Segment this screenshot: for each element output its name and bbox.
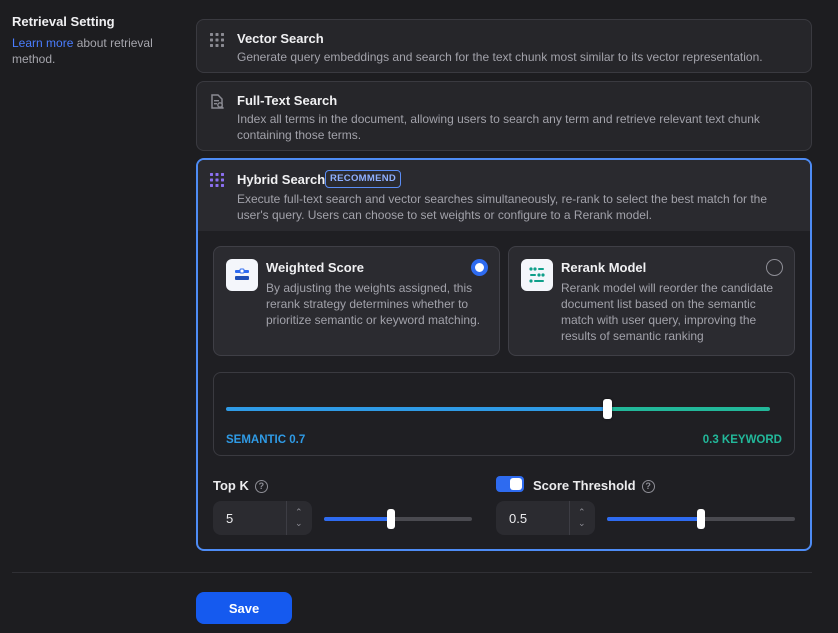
top-k-stepper[interactable]: ⌃ ⌄ bbox=[286, 501, 312, 535]
score-threshold-slider-fill bbox=[607, 517, 701, 521]
help-circle-icon[interactable]: ? bbox=[641, 480, 655, 493]
keyword-weight-label: 0.3 KEYWORD bbox=[702, 434, 782, 446]
score-threshold-stepper[interactable]: ⌃ ⌄ bbox=[569, 501, 595, 535]
rerank-model-title: Rerank Model bbox=[561, 260, 647, 275]
top-k-input-box: ⌃ ⌄ bbox=[213, 501, 312, 535]
weighted-score-option[interactable]: Weighted Score By adjusting the weights … bbox=[213, 246, 500, 356]
divider bbox=[12, 572, 812, 573]
top-k-input[interactable] bbox=[213, 501, 285, 535]
hybrid-search-description: Execute full-text search and vector sear… bbox=[237, 192, 768, 222]
rerank-model-option[interactable]: Rerank Model Rerank model will reorder t… bbox=[508, 246, 795, 356]
score-threshold-label: Score Threshold? bbox=[533, 478, 655, 493]
chevron-down-icon[interactable]: ⌄ bbox=[295, 518, 303, 529]
vector-search-title: Vector Search bbox=[237, 31, 324, 46]
fulltext-search-title: Full-Text Search bbox=[237, 93, 338, 108]
hybrid-search-option[interactable]: Hybrid Search RECOMMEND Execute full-tex… bbox=[196, 158, 812, 551]
section-title: Retrieval Setting bbox=[12, 14, 115, 29]
vector-search-option[interactable]: Vector Search Generate query embeddings … bbox=[196, 19, 812, 73]
keyword-weight-bar bbox=[606, 407, 770, 411]
rerank-model-icon bbox=[521, 259, 553, 291]
weight-slider-handle[interactable] bbox=[602, 399, 612, 419]
semantic-weight-label: SEMANTIC 0.7 bbox=[226, 434, 306, 446]
score-threshold-toggle[interactable] bbox=[496, 476, 524, 492]
score-threshold-input[interactable] bbox=[496, 501, 568, 535]
learn-more-link[interactable]: Learn more bbox=[12, 36, 73, 50]
score-threshold-slider[interactable] bbox=[607, 509, 795, 529]
chevron-down-icon[interactable]: ⌄ bbox=[578, 518, 586, 529]
vector-grid-icon bbox=[210, 33, 224, 47]
fulltext-search-description: Index all terms in the document, allowin… bbox=[237, 112, 760, 142]
top-k-slider-fill bbox=[324, 517, 391, 521]
semantic-weight-bar bbox=[226, 407, 607, 411]
weighted-score-description: By adjusting the weights assigned, this … bbox=[266, 281, 481, 327]
weighted-score-radio[interactable] bbox=[471, 259, 488, 276]
rerank-model-radio[interactable] bbox=[766, 259, 783, 276]
fulltext-search-option[interactable]: Full-Text Search Index all terms in the … bbox=[196, 81, 812, 151]
hybrid-grid-icon bbox=[210, 173, 224, 187]
top-k-slider-handle[interactable] bbox=[386, 509, 395, 529]
score-threshold-input-box: ⌃ ⌄ bbox=[496, 501, 595, 535]
hybrid-search-title: Hybrid Search bbox=[237, 172, 326, 187]
vector-search-description: Generate query embeddings and search for… bbox=[237, 50, 763, 64]
weighted-score-icon bbox=[226, 259, 258, 291]
chevron-up-icon[interactable]: ⌃ bbox=[295, 507, 303, 518]
weighted-score-title: Weighted Score bbox=[266, 260, 365, 275]
rerank-model-description: Rerank model will reorder the candidate … bbox=[561, 281, 774, 343]
document-search-icon bbox=[211, 94, 225, 110]
top-k-label: Top K? bbox=[213, 478, 268, 493]
score-threshold-label-text: Score Threshold bbox=[533, 478, 636, 493]
chevron-up-icon[interactable]: ⌃ bbox=[578, 507, 586, 518]
top-k-label-text: Top K bbox=[213, 478, 249, 493]
help-circle-icon[interactable]: ? bbox=[254, 480, 268, 493]
section-description: Learn more about retrieval method. bbox=[12, 35, 182, 67]
save-button[interactable]: Save bbox=[196, 592, 292, 624]
top-k-slider[interactable] bbox=[324, 509, 472, 529]
hybrid-search-header: Hybrid Search RECOMMEND Execute full-tex… bbox=[198, 160, 810, 231]
score-threshold-slider-handle[interactable] bbox=[697, 509, 705, 529]
weight-slider-panel: SEMANTIC 0.7 0.3 KEYWORD bbox=[213, 372, 795, 456]
recommend-badge: RECOMMEND bbox=[325, 170, 402, 188]
